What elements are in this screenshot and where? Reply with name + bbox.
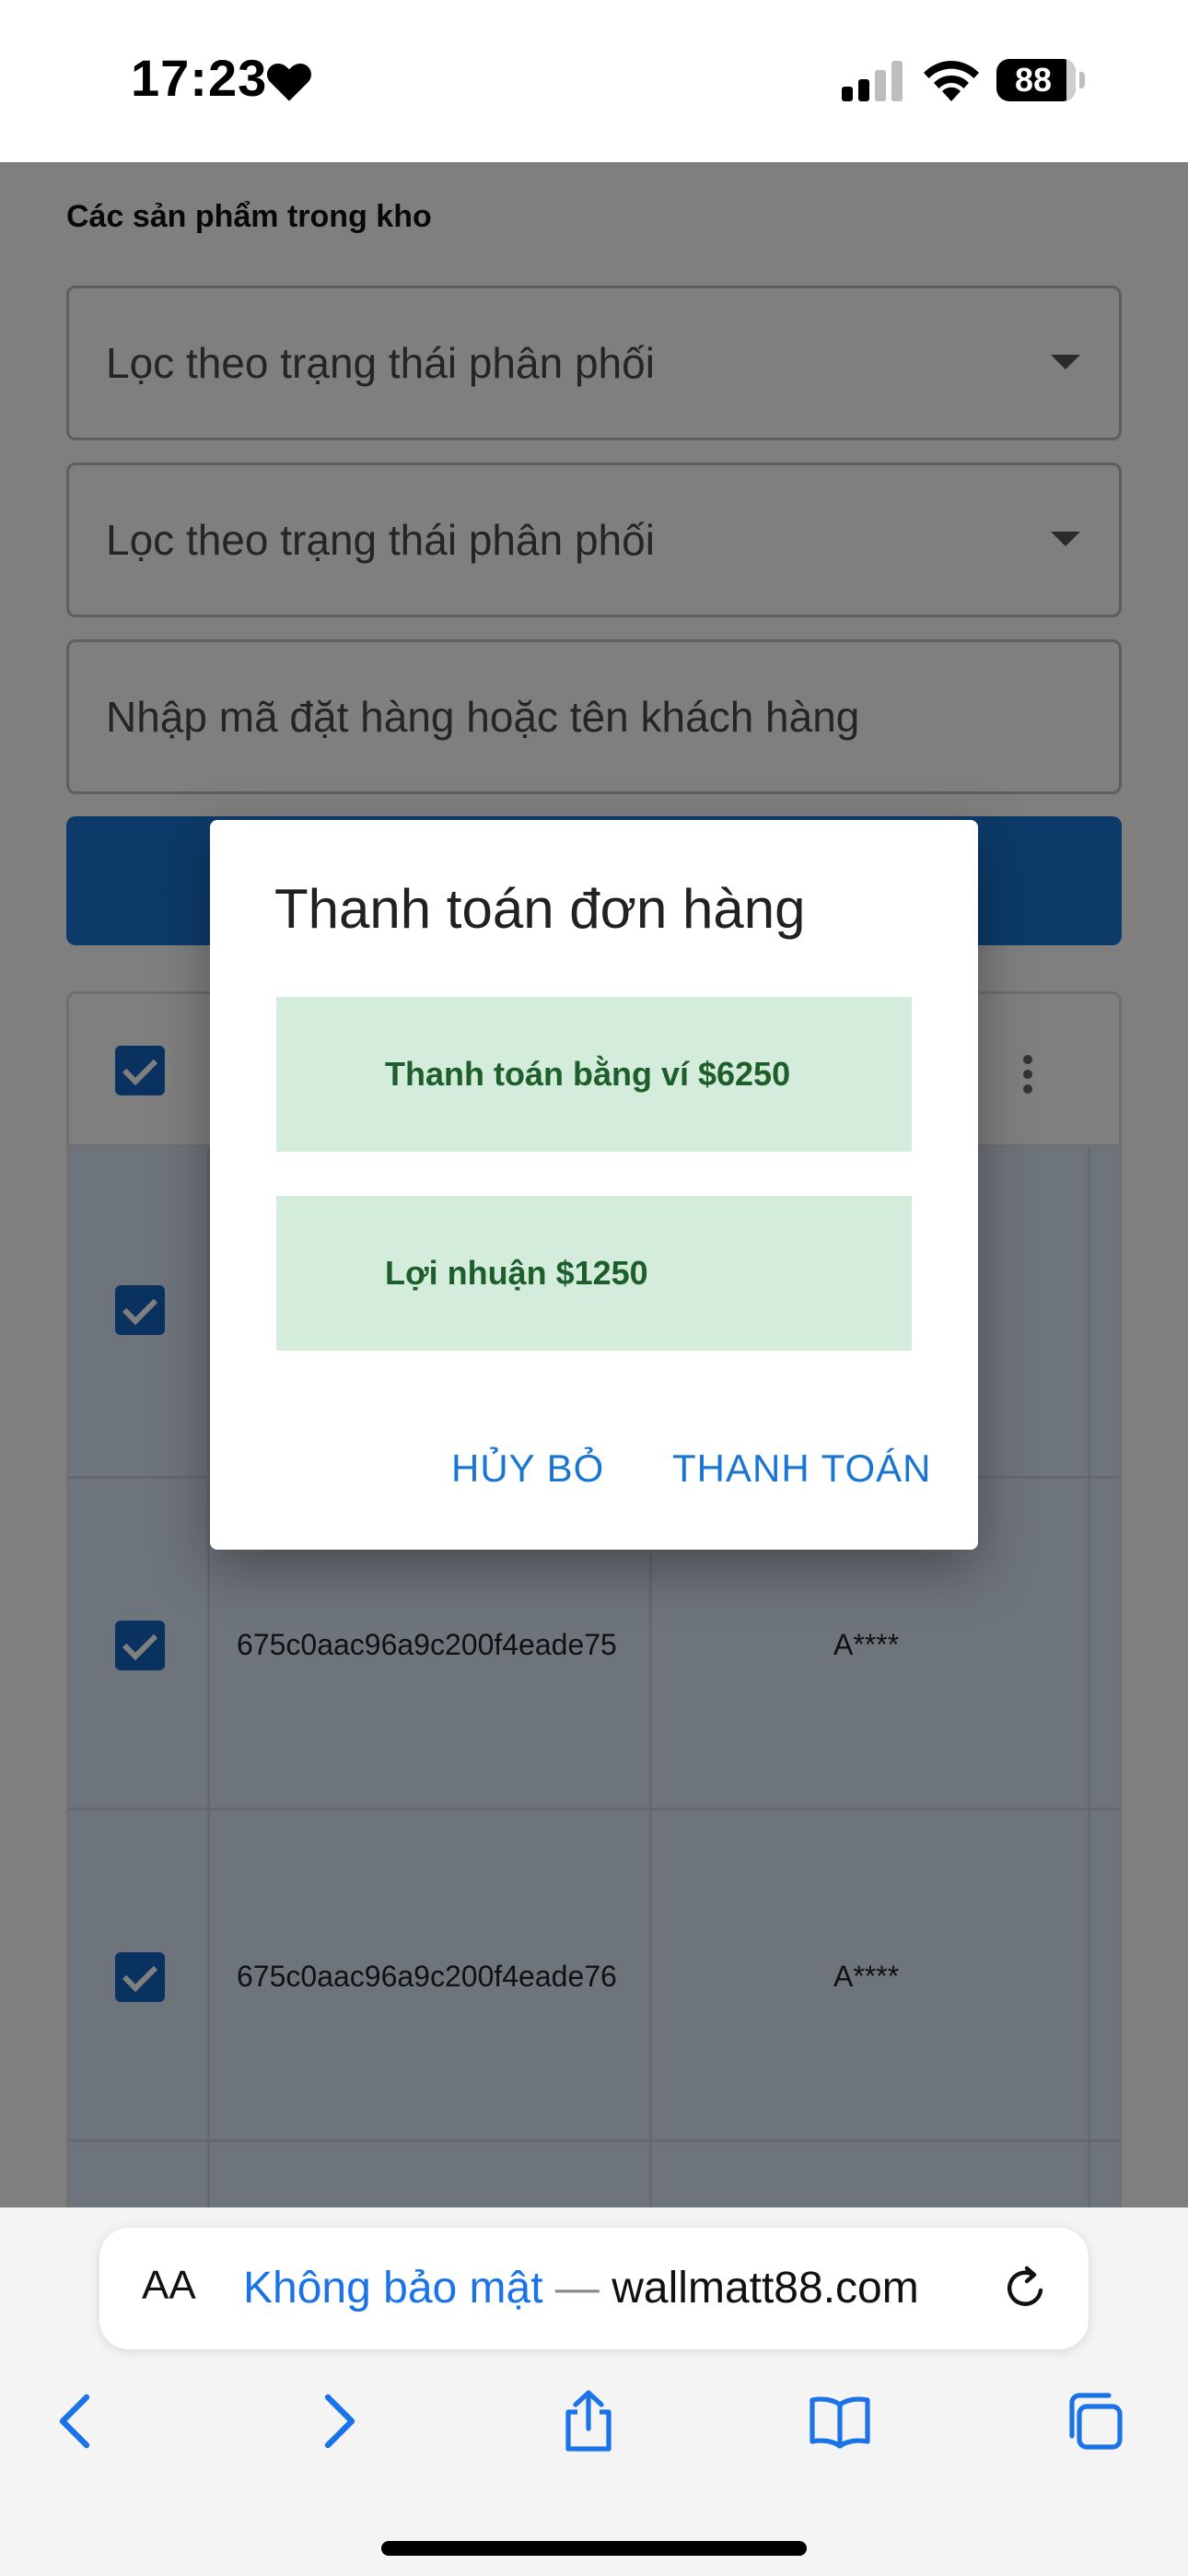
- payment-dialog: Thanh toán đơn hàng Thanh toán bằng ví $…: [210, 820, 978, 1550]
- battery-nub: [1079, 72, 1085, 88]
- reader-settings-button[interactable]: AA: [142, 2263, 196, 2309]
- screen: 17:23 88 Các sản phẩm trong kho Lọc theo: [0, 0, 1188, 2576]
- status-bar: 17:23 88: [0, 0, 1188, 162]
- heart-icon: [267, 64, 311, 101]
- forward-arrow-icon[interactable]: [304, 2388, 370, 2454]
- wallet-payment-box: Thanh toán bằng ví $6250: [276, 997, 912, 1152]
- address-bar[interactable]: AA Không bảo mật — wallmatt88.com: [99, 2228, 1089, 2349]
- home-indicator[interactable]: [381, 2541, 807, 2556]
- back-arrow-icon[interactable]: [44, 2388, 111, 2454]
- share-icon[interactable]: [555, 2388, 622, 2454]
- wifi-icon: [924, 61, 979, 101]
- url-display[interactable]: Không bảo mật — wallmatt88.com: [243, 2263, 919, 2313]
- battery-body: 88: [996, 59, 1076, 101]
- pay-button[interactable]: THANH TOÁN: [672, 1446, 931, 1491]
- url-domain: wallmatt88.com: [611, 2264, 919, 2313]
- battery-level: 88: [1014, 61, 1053, 99]
- dialog-title: Thanh toán đơn hàng: [274, 878, 806, 940]
- bookmarks-icon[interactable]: [807, 2388, 873, 2454]
- profit-amount: Lợi nhuận $1250: [385, 1254, 648, 1292]
- url-separator: —: [554, 2264, 600, 2313]
- battery-icon: 88: [996, 59, 1085, 101]
- tabs-icon[interactable]: [1061, 2388, 1127, 2454]
- reload-icon[interactable]: [1002, 2265, 1050, 2313]
- browser-toolbar: AA Không bảo mật — wallmatt88.com: [0, 2207, 1188, 2576]
- profit-box: Lợi nhuận $1250: [276, 1196, 912, 1351]
- cancel-button[interactable]: HỦY BỎ: [451, 1446, 604, 1491]
- status-time: 17:23: [131, 49, 268, 107]
- signal-icon: [842, 61, 903, 101]
- wallet-payment-amount: Thanh toán bằng ví $6250: [385, 1055, 791, 1093]
- not-secure-label: Không bảo mật: [243, 2264, 543, 2313]
